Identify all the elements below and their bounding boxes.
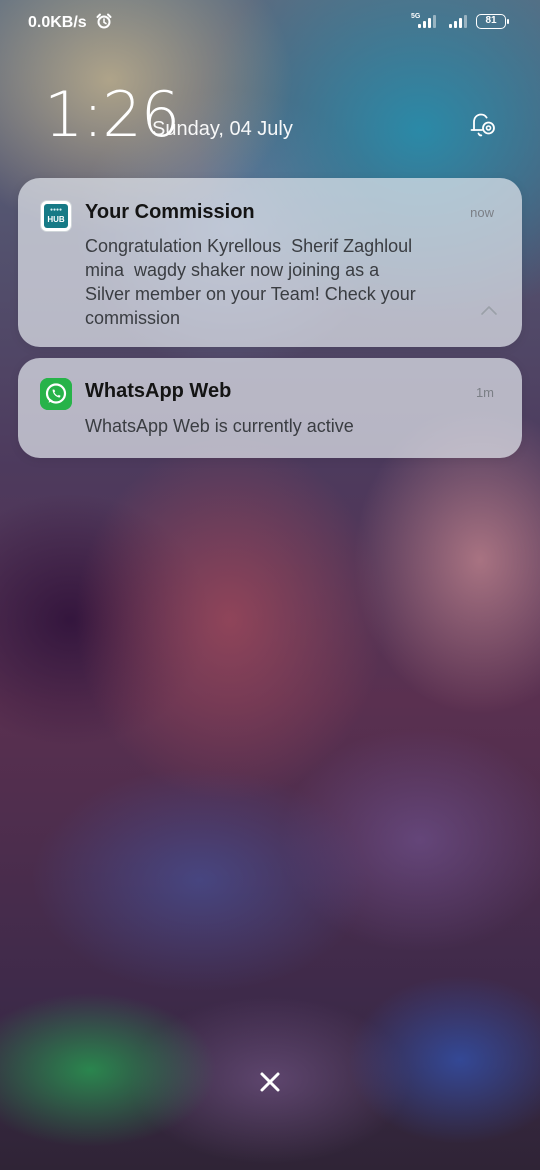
network-speed: 0.0KB/s [28, 14, 87, 31]
notification-settings-icon[interactable] [466, 108, 498, 140]
chevron-up-icon[interactable] [480, 304, 498, 316]
notification-body: WhatsApp Web is currently active [85, 416, 354, 436]
whatsapp-icon [40, 378, 72, 410]
notification-time: 1m [475, 385, 494, 400]
notification-card-whatsapp[interactable]: WhatsApp Web 1m WhatsApp Web is currentl… [18, 358, 522, 458]
notification-card-commission[interactable]: ●●●● HUB Your Commission now Congratulat… [18, 178, 522, 347]
wallpaper [0, 0, 540, 1170]
close-button[interactable] [252, 1064, 288, 1100]
battery-level: 81 [485, 15, 497, 26]
alarm-clock-icon [96, 13, 112, 29]
lockscreen-date: Sunday, 04 July [152, 118, 293, 140]
notification-time: now [470, 205, 494, 220]
close-icon [260, 1072, 280, 1092]
signal-strength-icon [418, 14, 436, 28]
notification-body: Congratulation Kyrellous Sherif Zaghloul… [85, 236, 416, 328]
status-bar: 0.0KB/s 5G 81 [0, 0, 540, 46]
notification-title: WhatsApp Web [85, 380, 232, 402]
signal-strength-icon-2 [449, 14, 467, 28]
battery-icon: 81 [476, 14, 509, 29]
notification-title: Your Commission [85, 201, 255, 223]
hub-app-icon: ●●●● HUB [40, 200, 72, 232]
